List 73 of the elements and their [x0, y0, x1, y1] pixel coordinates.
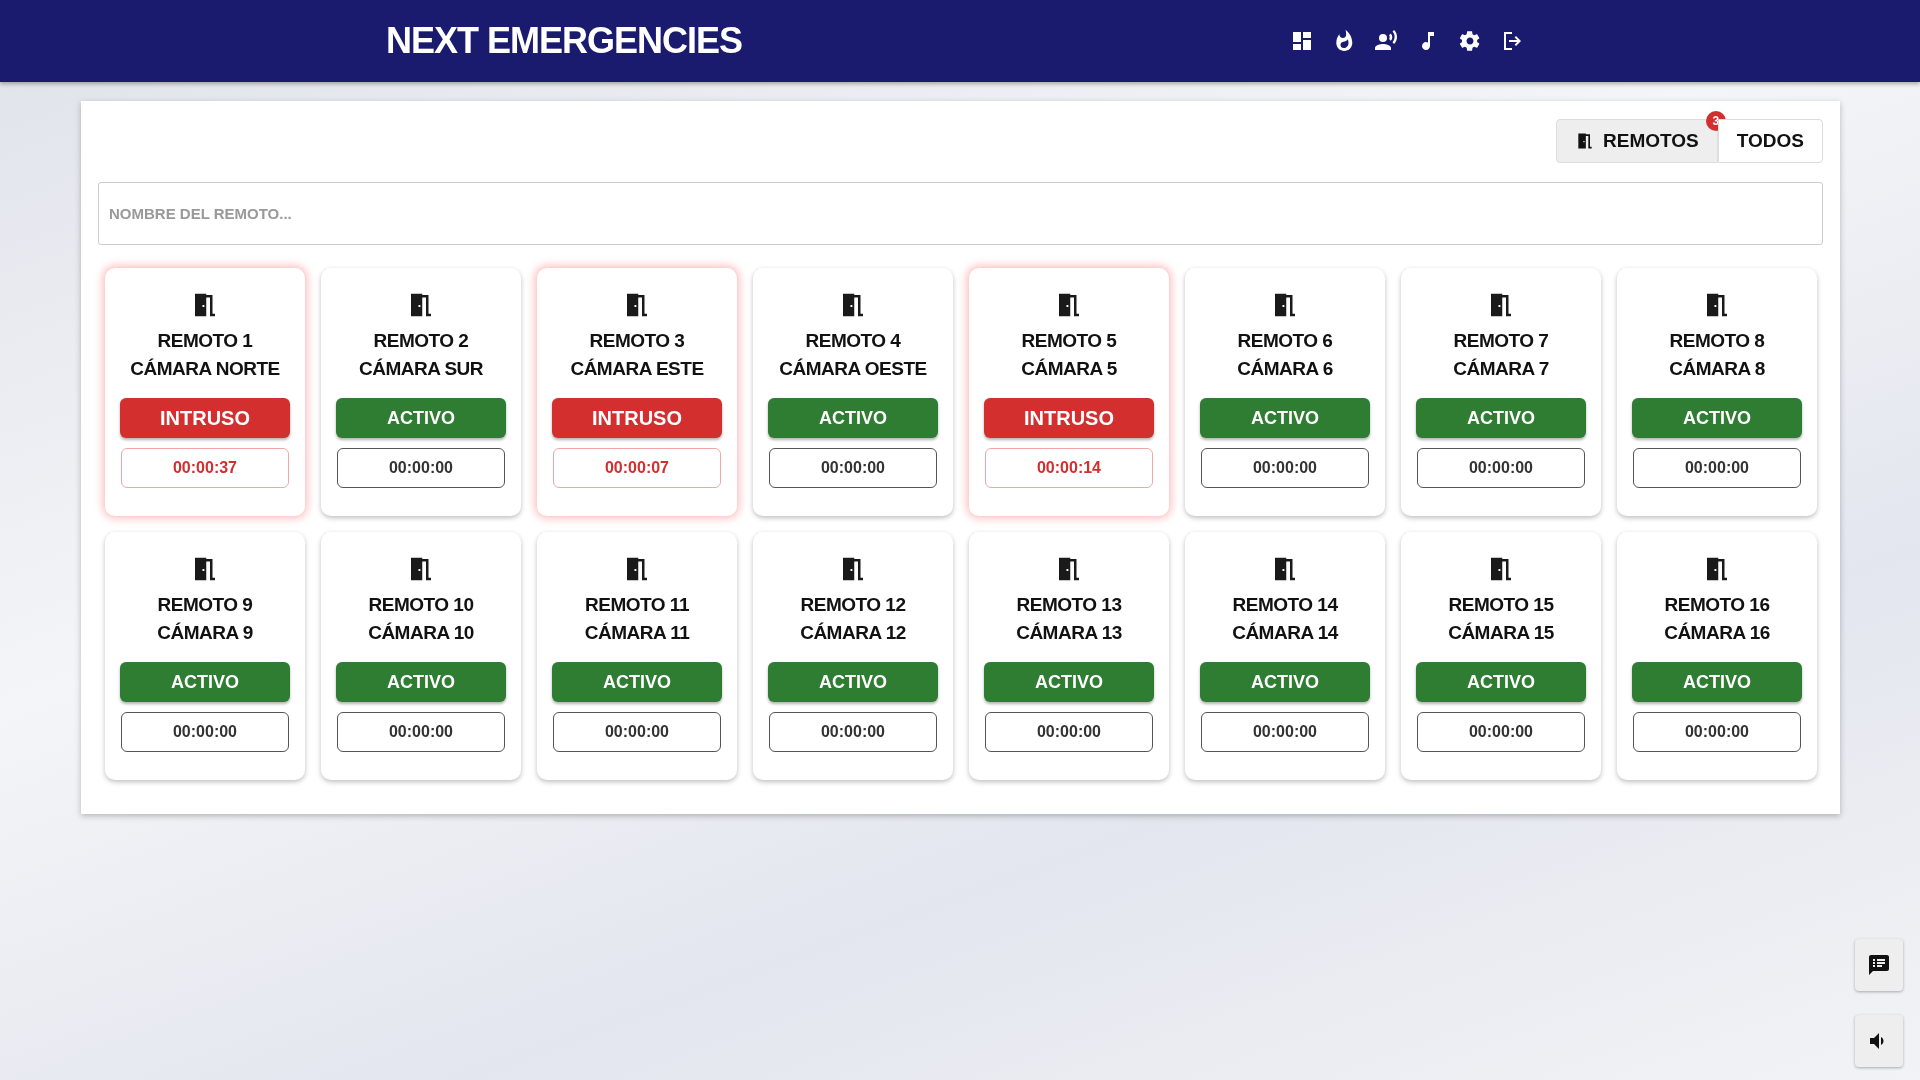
timer-field: 00:00:00	[553, 712, 721, 752]
status-button[interactable]: ACTIVO	[1632, 398, 1802, 438]
status-button[interactable]: ACTIVO	[1632, 662, 1802, 702]
timer-field: 00:00:00	[769, 448, 937, 488]
remote-name: REMOTO 10	[368, 594, 474, 616]
timer-field: 00:00:00	[1633, 712, 1801, 752]
camera-name: CÁMARA OESTE	[779, 358, 927, 380]
status-button[interactable]: INTRUSO	[120, 398, 290, 438]
remote-name: REMOTO 8	[1669, 330, 1765, 352]
timer-field: 00:00:00	[121, 712, 289, 752]
remote-name: REMOTO 9	[157, 594, 253, 616]
timer-field: 00:00:00	[337, 712, 505, 752]
camera-name: CÁMARA 9	[157, 622, 253, 644]
camera-name: CÁMARA 13	[1016, 622, 1122, 644]
status-button[interactable]: ACTIVO	[336, 398, 506, 438]
message-button[interactable]	[1855, 939, 1903, 991]
remote-name: REMOTO 12	[800, 594, 906, 616]
app-title: NEXT EMERGENCIES	[386, 20, 743, 62]
settings-icon[interactable]	[1458, 29, 1482, 53]
remote-name: REMOTO 14	[1232, 594, 1338, 616]
timer-field: 00:00:07	[553, 448, 721, 488]
remote-name: REMOTO 5	[1021, 330, 1117, 352]
camera-name: CÁMARA 12	[800, 622, 906, 644]
timer-field: 00:00:00	[337, 448, 505, 488]
volume-button[interactable]	[1855, 1015, 1903, 1067]
status-button[interactable]: INTRUSO	[552, 398, 722, 438]
camera-name: CÁMARA 5	[1021, 358, 1117, 380]
timer-field: 00:00:00	[1417, 712, 1585, 752]
status-button[interactable]: ACTIVO	[984, 662, 1154, 702]
timer-field: 00:00:00	[985, 712, 1153, 752]
status-button[interactable]: ACTIVO	[552, 662, 722, 702]
timer-field: 00:00:00	[1201, 448, 1369, 488]
status-button[interactable]: ACTIVO	[768, 398, 938, 438]
status-button[interactable]: ACTIVO	[336, 662, 506, 702]
camera-name: CÁMARA 15	[1448, 622, 1554, 644]
status-button[interactable]: ACTIVO	[1200, 662, 1370, 702]
remote-name: REMOTO 4	[805, 330, 901, 352]
camera-name: CÁMARA 14	[1232, 622, 1338, 644]
camera-name: CÁMARA 8	[1669, 358, 1765, 380]
remote-name: REMOTO 2	[373, 330, 469, 352]
search-field[interactable]: NOMBRE DEL REMOTO...	[98, 182, 1823, 245]
remote-name: REMOTO 13	[1016, 594, 1122, 616]
filter-tab[interactable]: TODOS	[1717, 119, 1823, 163]
remote-name: REMOTO 7	[1453, 330, 1549, 352]
status-button[interactable]: ACTIVO	[1200, 398, 1370, 438]
remote-name: REMOTO 1	[157, 330, 253, 352]
timer-field: 00:00:00	[1633, 448, 1801, 488]
status-button[interactable]: ACTIVO	[1416, 398, 1586, 438]
camera-name: CÁMARA SUR	[358, 358, 484, 380]
timer-field: 00:00:14	[985, 448, 1153, 488]
grid-icon[interactable]	[1290, 29, 1314, 53]
camera-name: CÁMARA 16	[1664, 622, 1770, 644]
remote-name: REMOTO 15	[1448, 594, 1554, 616]
camera-name: CÁMARA 7	[1453, 358, 1549, 380]
status-button[interactable]: ACTIVO	[768, 662, 938, 702]
camera-name: CÁMARA 11	[584, 622, 690, 644]
remote-name: REMOTO 3	[589, 330, 685, 352]
remote-name: REMOTO 11	[585, 594, 689, 616]
message-icon	[1867, 953, 1891, 977]
camera-name: CÁMARA NORTE	[130, 358, 280, 380]
status-button[interactable]: ACTIVO	[1416, 662, 1586, 702]
remote-name: REMOTO 6	[1237, 330, 1333, 352]
timer-field: 00:00:37	[121, 448, 289, 488]
camera-name: CÁMARA ESTE	[570, 358, 704, 380]
remote-name: REMOTO 16	[1664, 594, 1770, 616]
status-button[interactable]: ACTIVO	[120, 662, 290, 702]
status-button[interactable]: INTRUSO	[984, 398, 1154, 438]
timer-field: 00:00:00	[1417, 448, 1585, 488]
timer-field: 00:00:00	[769, 712, 937, 752]
timer-field: 00:00:00	[1201, 712, 1369, 752]
camera-name: CÁMARA 6	[1237, 358, 1333, 380]
person-speaking-icon[interactable]	[1374, 29, 1398, 53]
camera-name: CÁMARA 10	[368, 622, 474, 644]
